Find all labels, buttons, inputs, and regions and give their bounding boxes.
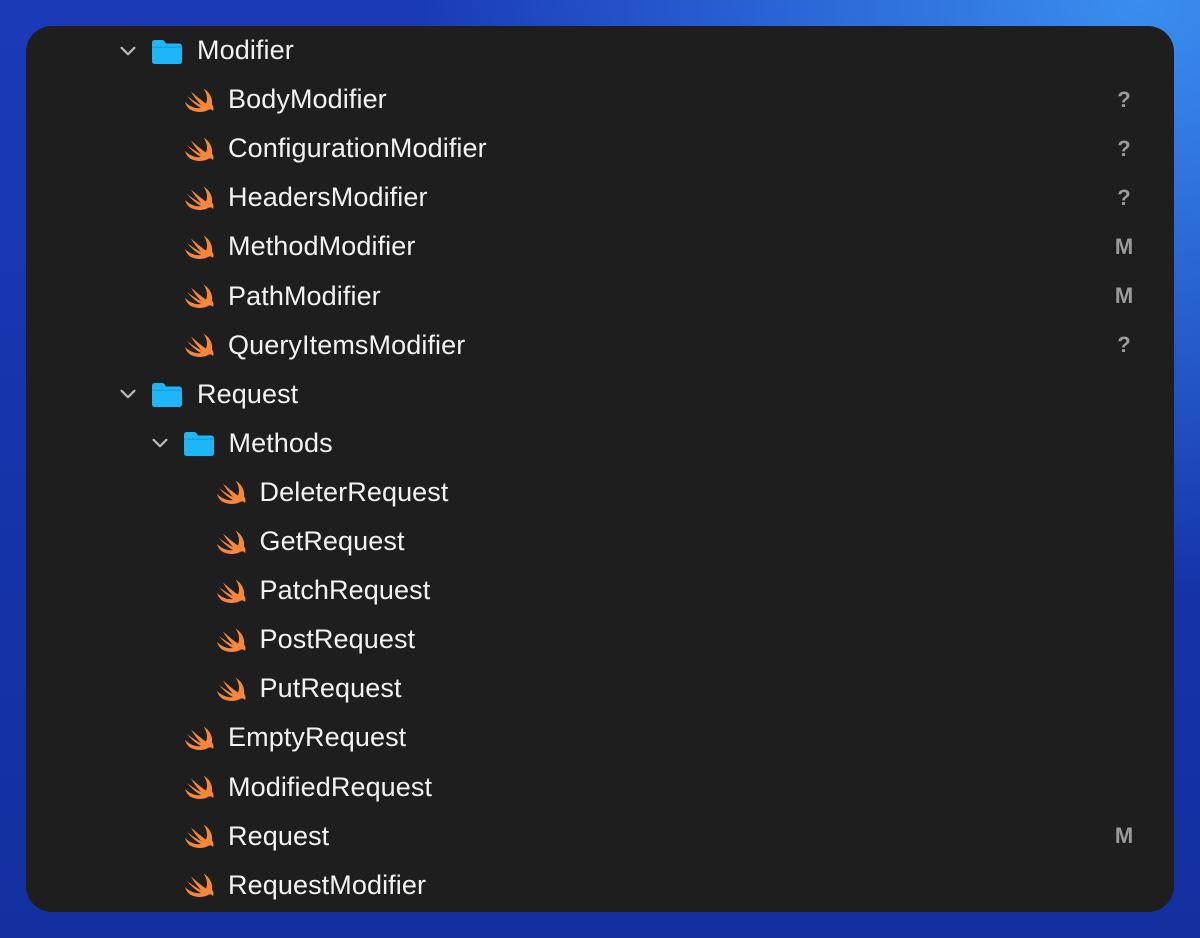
source-control-status-badge: M [1114, 283, 1134, 308]
folder-row[interactable]: Request [26, 370, 1174, 419]
chevron-down-icon[interactable] [116, 382, 140, 406]
file-name: HeadersModifier [228, 182, 428, 213]
file-name: BodyModifier [228, 84, 387, 115]
file-name: ModifiedRequest [228, 771, 433, 802]
swift-file-icon [214, 674, 248, 704]
swift-file-icon [182, 723, 216, 753]
source-control-status-badge: ? [1117, 86, 1131, 112]
file-name: QueryItemsModifier [228, 329, 466, 360]
folder-icon [150, 380, 184, 408]
project-navigator-panel: Modifier BodyModifier? ConfigurationModi… [26, 26, 1174, 912]
source-control-status-badge: ? [1117, 184, 1131, 210]
file-name: PatchRequest [259, 575, 431, 606]
swift-file-icon [182, 134, 216, 164]
chevron-down-icon[interactable] [148, 431, 172, 455]
chevron-down-icon[interactable] [116, 39, 140, 63]
source-control-status-badge: M [1114, 823, 1134, 849]
file-row[interactable]: PutRequest [26, 664, 1174, 713]
file-row[interactable]: RequestModifier [26, 861, 1174, 910]
file-row[interactable]: GetRequest [26, 517, 1174, 566]
swift-file-icon [182, 85, 216, 115]
swift-file-icon [182, 183, 216, 213]
file-name: GetRequest [259, 526, 405, 556]
swift-file-icon [182, 821, 216, 851]
folder-icon [182, 429, 216, 457]
file-row[interactable]: EmptyRequest [26, 713, 1174, 762]
swift-file-icon [182, 870, 216, 900]
folder-row[interactable]: Modifier [26, 26, 1174, 75]
file-row[interactable]: ConfigurationModifier? [26, 124, 1174, 173]
source-control-status-badge: ? [1117, 135, 1131, 161]
file-row[interactable]: ModifiedRequest [26, 763, 1174, 812]
file-row[interactable]: Request M [26, 812, 1174, 861]
swift-file-icon [214, 576, 248, 606]
file-row[interactable]: PathModifier M [26, 272, 1174, 321]
source-control-status-badge: ? [1117, 332, 1131, 358]
file-row[interactable]: HeadersModifier? [26, 173, 1174, 222]
file-name: PostRequest [259, 624, 416, 655]
swift-file-icon [214, 527, 248, 557]
file-name: RequestModifier [228, 869, 427, 900]
file-name: MethodModifier [228, 231, 416, 262]
file-row[interactable]: QueryItemsModifier? [26, 321, 1174, 370]
swift-file-icon [182, 772, 216, 802]
file-name: PathModifier [228, 280, 381, 311]
swift-file-icon [182, 281, 216, 311]
folder-name: Request [197, 378, 299, 409]
file-row[interactable]: DeleterRequest [26, 468, 1174, 517]
folder-name: Methods [228, 427, 333, 458]
file-name: DeleterRequest [259, 476, 449, 507]
file-name: ConfigurationModifier [228, 133, 487, 164]
file-row[interactable]: BodyModifier? [26, 75, 1174, 124]
folder-row[interactable]: Methods [26, 419, 1174, 468]
source-control-status-badge: M [1114, 233, 1134, 259]
folder-icon [150, 37, 184, 65]
swift-file-icon [214, 477, 248, 507]
folder-name: Modifier [197, 35, 294, 65]
swift-file-icon [182, 330, 216, 360]
file-row[interactable]: MethodModifier M [26, 222, 1174, 271]
swift-file-icon [214, 625, 248, 655]
file-name: Request [228, 820, 330, 851]
file-name: EmptyRequest [228, 722, 407, 753]
file-name: PutRequest [259, 673, 402, 704]
file-row[interactable]: PostRequest [26, 615, 1174, 664]
swift-file-icon [182, 232, 216, 262]
file-row[interactable]: PatchRequest [26, 566, 1174, 615]
